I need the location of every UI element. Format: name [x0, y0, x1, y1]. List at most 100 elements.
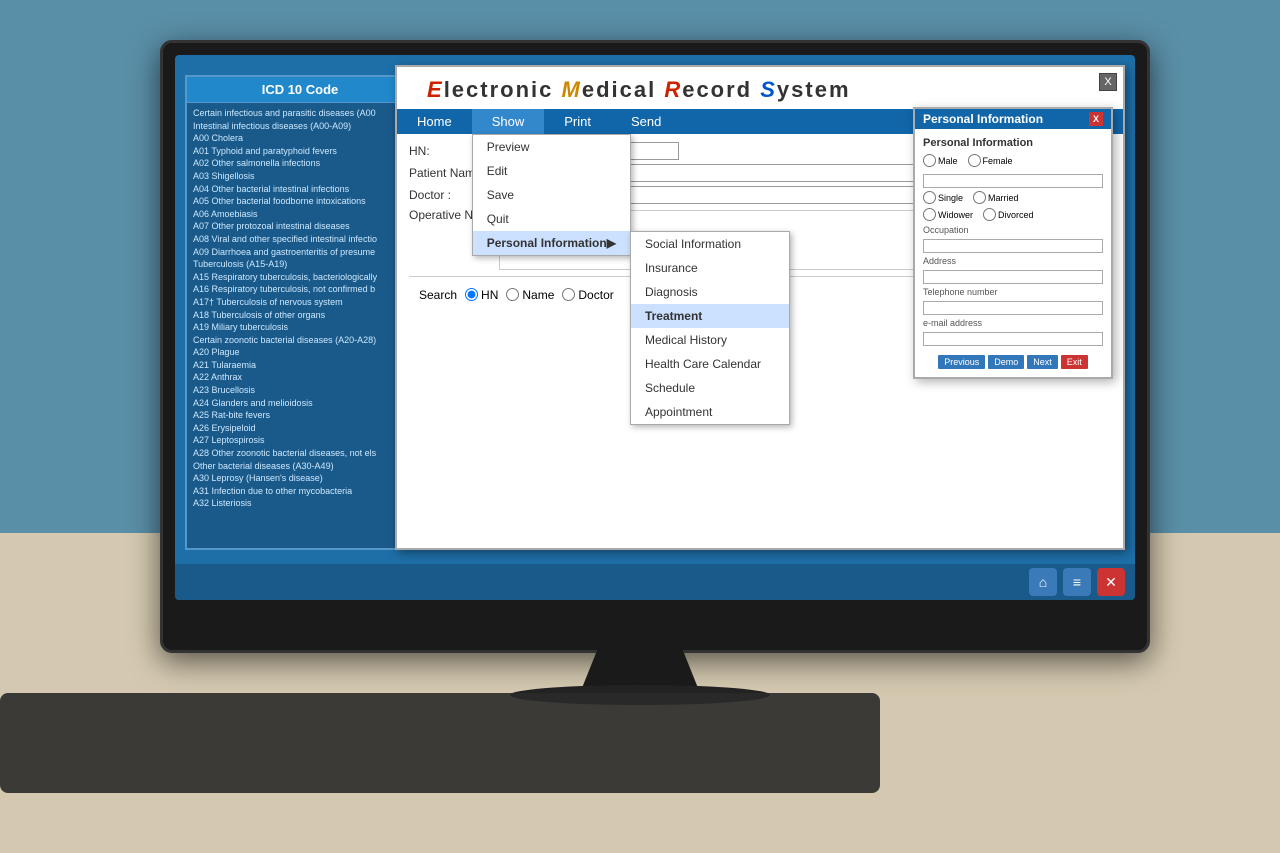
- radio-name[interactable]: Name: [506, 288, 554, 302]
- dropdown-edit[interactable]: Edit: [473, 159, 630, 183]
- radio-name-input[interactable]: [506, 288, 519, 301]
- menu-show[interactable]: Show Preview Edit Save Quit Personal Inf…: [472, 109, 545, 134]
- personal-info-label: Personal Information: [487, 236, 607, 250]
- keyboard: [0, 693, 880, 793]
- title-r: R: [664, 77, 682, 102]
- monitor-outer: ICD 10 Code Certain infectious and paras…: [160, 40, 1150, 653]
- radio-doctor-input[interactable]: [562, 288, 575, 301]
- radio-name-label: Name: [522, 288, 554, 302]
- icd-item: A23 Brucellosis: [193, 384, 407, 397]
- emrs-titlebar: Electronic Medical Record System X: [397, 67, 1123, 109]
- icd-item: A26 Erysipeloid: [193, 422, 407, 435]
- email-label: e-mail address: [923, 318, 1103, 328]
- marital-divorced-input[interactable]: [983, 208, 996, 221]
- submenu-appointment[interactable]: Appointment: [631, 400, 789, 424]
- icd-item: A20 Plague: [193, 346, 407, 359]
- email-input[interactable]: [923, 332, 1103, 346]
- title-e: E: [427, 77, 444, 102]
- menu-show-label: Show: [492, 114, 525, 129]
- submenu-social-information[interactable]: Social Information: [631, 232, 789, 256]
- radio-hn-input[interactable]: [465, 288, 478, 301]
- marital-widower[interactable]: Widower: [923, 208, 973, 221]
- icd-item: A19 Miliary tuberculosis: [193, 321, 407, 334]
- submenu-diagnosis[interactable]: Diagnosis: [631, 280, 789, 304]
- icd-item: A08 Viral and other specified intestinal…: [193, 233, 407, 246]
- icd-item: Intestinal infectious diseases (A00-A09): [193, 120, 407, 133]
- personal-info-menu-item[interactable]: Personal Information ▶ Social Informatio…: [473, 231, 630, 255]
- radio-hn[interactable]: HN: [465, 288, 498, 302]
- marital-married-input[interactable]: [973, 191, 986, 204]
- dropdown-preview[interactable]: Preview: [473, 135, 630, 159]
- personal-info-menu-label[interactable]: Personal Information ▶: [473, 231, 630, 255]
- icd-item: Certain zoonotic bacterial diseases (A20…: [193, 334, 407, 347]
- pi-name-field[interactable]: [923, 174, 1103, 188]
- icd-item: A15 Respiratory tuberculosis, bacteriolo…: [193, 271, 407, 284]
- marital-widower-label: Widower: [938, 210, 973, 220]
- icd-item: Tuberculosis (A15-A19): [193, 258, 407, 271]
- previous-button[interactable]: Previous: [938, 355, 985, 369]
- title-ystem: ystem: [777, 77, 851, 102]
- marital-row-1: Single Married: [923, 191, 1103, 204]
- submenu-schedule[interactable]: Schedule: [631, 376, 789, 400]
- icd-title: ICD 10 Code: [187, 77, 413, 103]
- dropdown-save[interactable]: Save: [473, 183, 630, 207]
- pi-close-button[interactable]: X: [1089, 112, 1103, 126]
- marital-married[interactable]: Married: [973, 191, 1019, 204]
- gender-female-input[interactable]: [968, 154, 981, 167]
- icd-item: A18 Tuberculosis of other organs: [193, 309, 407, 322]
- pi-content: Personal Information Male Female: [915, 129, 1111, 377]
- icd-item: Other bacterial diseases (A30-A49): [193, 460, 407, 473]
- icd-item: A07 Other protozoal intestinal diseases: [193, 220, 407, 233]
- menu-home[interactable]: Home: [397, 109, 472, 134]
- icd-item: A30 Leprosy (Hansen's disease): [193, 472, 407, 485]
- pi-title: Personal Information: [923, 112, 1043, 126]
- marital-single[interactable]: Single: [923, 191, 963, 204]
- gender-male[interactable]: Male: [923, 154, 958, 167]
- gender-female[interactable]: Female: [968, 154, 1013, 167]
- taskbar-close-button[interactable]: ✕: [1097, 568, 1125, 596]
- emrs-close-button[interactable]: X: [1099, 73, 1117, 91]
- marital-single-input[interactable]: [923, 191, 936, 204]
- next-button[interactable]: Next: [1027, 355, 1058, 369]
- icd-item: A24 Glanders and melioidosis: [193, 397, 407, 410]
- taskbar-home-button[interactable]: ⌂: [1029, 568, 1057, 596]
- demo-button[interactable]: Demo: [988, 355, 1024, 369]
- submenu-treatment[interactable]: Treatment: [631, 304, 789, 328]
- taskbar-doc-button[interactable]: ≡: [1063, 568, 1091, 596]
- search-radio-group: HN Name Doctor: [465, 288, 614, 302]
- occupation-input[interactable]: [923, 239, 1103, 253]
- icd-item: A27 Leptospirosis: [193, 434, 407, 447]
- marital-divorced[interactable]: Divorced: [983, 208, 1034, 221]
- address-input[interactable]: [923, 270, 1103, 284]
- icd-item: A01 Typhoid and paratyphoid fevers: [193, 145, 407, 158]
- submenu-health-care-calendar[interactable]: Health Care Calendar: [631, 352, 789, 376]
- icd-item: Certain infectious and parasitic disease…: [193, 107, 407, 120]
- icd-item: A17† Tuberculosis of nervous system: [193, 296, 407, 309]
- title-lectronic: lectronic: [444, 77, 562, 102]
- icd-item: A09 Diarrhoea and gastroenteritis of pre…: [193, 246, 407, 259]
- submenu-arrow: ▶: [607, 236, 616, 250]
- icd-item: A04 Other bacterial intestinal infection…: [193, 183, 407, 196]
- dropdown-quit[interactable]: Quit: [473, 207, 630, 231]
- icd-item: A06 Amoebiasis: [193, 208, 407, 221]
- icd-item: A32 Listeriosis: [193, 497, 407, 510]
- icd-item: A05 Other bacterial foodborne intoxicati…: [193, 195, 407, 208]
- gender-female-label: Female: [983, 156, 1013, 166]
- menu-send[interactable]: Send: [611, 109, 681, 134]
- personal-info-submenu: Social Information Insurance Diagnosis T…: [630, 231, 790, 425]
- search-label: Search: [419, 288, 457, 302]
- radio-doctor[interactable]: Doctor: [562, 288, 613, 302]
- marital-widower-input[interactable]: [923, 208, 936, 221]
- pi-titlebar: Personal Information X: [915, 109, 1111, 129]
- menu-print[interactable]: Print: [544, 109, 611, 134]
- exit-button[interactable]: Exit: [1061, 355, 1088, 369]
- submenu-insurance[interactable]: Insurance: [631, 256, 789, 280]
- submenu-medical-history[interactable]: Medical History: [631, 328, 789, 352]
- gender-male-label: Male: [938, 156, 958, 166]
- pi-buttons: Previous Demo Next Exit: [923, 355, 1103, 369]
- screen-taskbar: ⌂ ≡ ✕: [175, 564, 1135, 600]
- monitor-screen: ICD 10 Code Certain infectious and paras…: [175, 55, 1135, 600]
- telephone-input[interactable]: [923, 301, 1103, 315]
- gender-male-input[interactable]: [923, 154, 936, 167]
- marital-row-2: Widower Divorced: [923, 208, 1103, 221]
